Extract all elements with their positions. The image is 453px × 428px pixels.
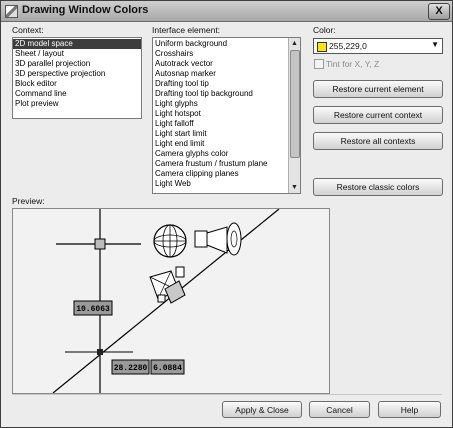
tooltip-value-2: 28.2280 xyxy=(114,364,148,373)
context-label: Context: xyxy=(12,25,44,35)
context-list-item[interactable]: Block editor xyxy=(13,79,141,89)
restore-classic-colors-button[interactable]: Restore classic colors xyxy=(313,178,443,196)
interface-element-list-item[interactable]: Drafting tool tip background xyxy=(153,89,300,99)
cancel-button[interactable]: Cancel xyxy=(309,401,370,418)
color-label: Color: xyxy=(313,25,336,35)
preview-label: Preview: xyxy=(12,196,45,206)
interface-element-list-item[interactable]: Autotrack vector xyxy=(153,59,300,69)
restore-current-context-button[interactable]: Restore current context xyxy=(313,106,443,124)
context-list-item[interactable]: 3D parallel projection xyxy=(13,59,141,69)
dialog-title: Drawing Window Colors xyxy=(22,4,149,16)
drafting-tooltip-2: 28.2280 xyxy=(111,359,150,375)
interface-element-list-item[interactable]: Light Web xyxy=(153,179,300,189)
light-globe-icon xyxy=(153,224,187,258)
drafting-tooltip-3: 6.0884 xyxy=(150,359,185,375)
scroll-down-icon[interactable]: ▼ xyxy=(289,182,300,193)
help-button[interactable]: Help xyxy=(378,401,441,418)
restore-current-element-button[interactable]: Restore current element xyxy=(313,80,443,98)
tint-checkbox[interactable] xyxy=(314,59,324,69)
camera-glyph-icon xyxy=(149,266,186,304)
spotlight-icon xyxy=(194,222,242,256)
tooltip-value-3: 6.0884 xyxy=(153,364,182,373)
interface-element-label: Interface element: xyxy=(152,25,221,35)
drawing-window-colors-dialog: Drawing Window Colors X Context: 2D mode… xyxy=(0,0,453,428)
app-icon xyxy=(5,5,18,18)
interface-element-listbox[interactable]: Uniform background Crosshairs Autotrack ve… xyxy=(152,37,301,194)
close-button[interactable]: X xyxy=(428,3,450,20)
interface-element-list-item[interactable]: Drafting tool tip xyxy=(153,79,300,89)
title-bar: Drawing Window Colors X xyxy=(1,1,452,22)
interface-element-list-item[interactable]: Camera frustum / frustum plane xyxy=(153,159,300,169)
interface-element-list-item[interactable]: Autosnap marker xyxy=(153,69,300,79)
interface-element-list-item[interactable]: Light falloff xyxy=(153,119,300,129)
chevron-down-icon[interactable]: ▼ xyxy=(431,40,439,49)
color-swatch xyxy=(317,42,327,52)
context-list-item[interactable]: 3D perspective projection xyxy=(13,69,141,79)
tint-label: Tint for X, Y, Z xyxy=(326,59,380,69)
context-list-item[interactable]: Command line xyxy=(13,89,141,99)
interface-element-list-item[interactable]: Crosshairs xyxy=(153,49,300,59)
context-list-item[interactable]: Sheet / layout xyxy=(13,49,141,59)
restore-all-contexts-button[interactable]: Restore all contexts xyxy=(313,132,443,150)
interface-element-list-item[interactable]: Camera glyphs color xyxy=(153,149,300,159)
interface-element-list-item[interactable]: Uniform background xyxy=(153,39,300,49)
preview-panel: 10.6063 28.2280 6.0884 xyxy=(12,208,330,394)
context-list-item[interactable]: Plot preview xyxy=(13,99,141,109)
interface-element-list-item[interactable]: Light end limit xyxy=(153,139,300,149)
apply-close-button[interactable]: Apply & Close xyxy=(222,401,302,418)
drafting-tooltip-1: 10.6063 xyxy=(73,300,113,316)
snap-point xyxy=(97,349,103,355)
color-value: 255,229,0 xyxy=(329,41,367,51)
interface-element-list-item[interactable]: Light start limit xyxy=(153,129,300,139)
autosnap-marker xyxy=(94,238,106,250)
scroll-up-icon[interactable]: ▲ xyxy=(289,38,300,49)
preview-canvas: 10.6063 28.2280 6.0884 xyxy=(52,209,280,393)
scroll-thumb[interactable] xyxy=(290,50,300,158)
context-listbox[interactable]: 2D model space Sheet / layout 3D parallel … xyxy=(12,37,142,119)
context-list-item[interactable]: 2D model space xyxy=(13,39,141,49)
interface-element-list-item[interactable]: Camera clipping planes xyxy=(153,169,300,179)
interface-scrollbar[interactable]: ▲ ▼ xyxy=(288,38,300,193)
tooltip-value-1: 10.6063 xyxy=(76,305,110,314)
separator xyxy=(12,394,442,395)
color-dropdown[interactable]: 255,229,0 ▼ xyxy=(313,38,443,54)
interface-element-list-item[interactable]: Light glyphs xyxy=(153,99,300,109)
interface-element-list-item[interactable]: Light hotspot xyxy=(153,109,300,119)
